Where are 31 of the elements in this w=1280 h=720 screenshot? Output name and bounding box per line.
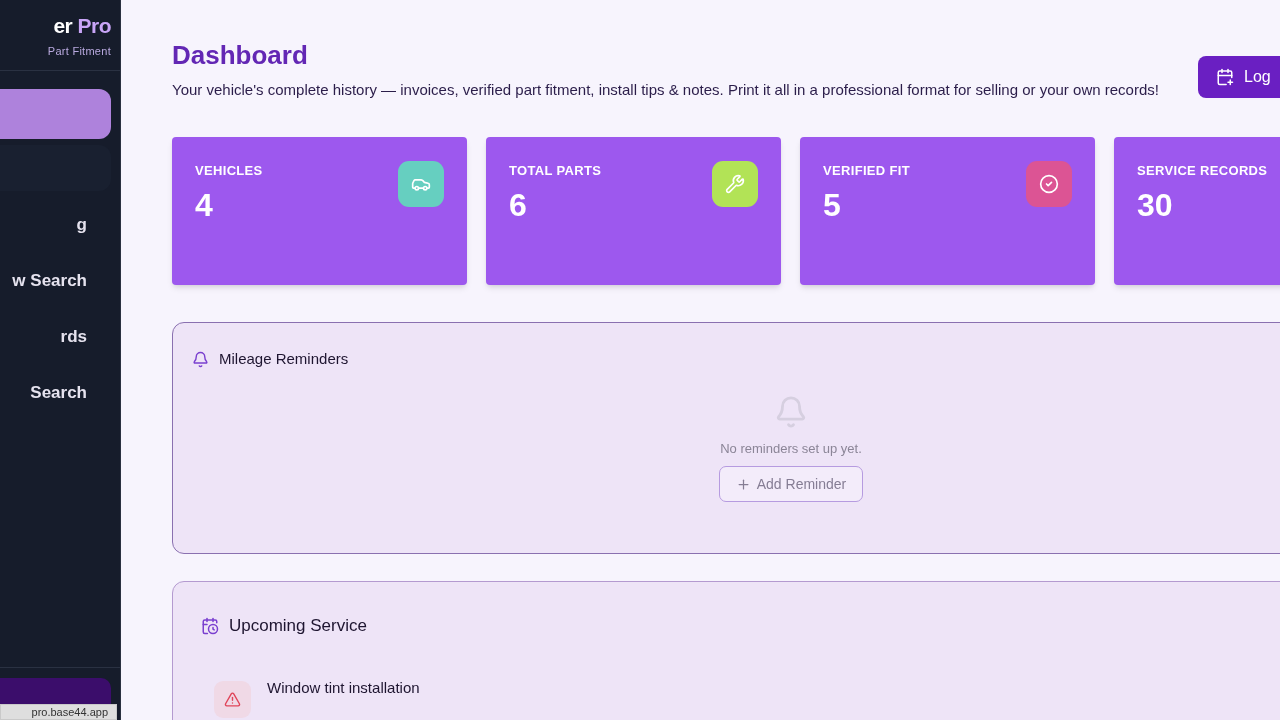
panel-title: Upcoming Service <box>229 615 367 637</box>
brand-title: er Pro <box>53 13 111 39</box>
add-reminder-button[interactable]: Add Reminder <box>718 466 864 502</box>
log-button[interactable]: Log <box>1198 56 1280 98</box>
stat-value: 5 <box>823 185 842 225</box>
link-tooltip: pro.base44.app <box>0 704 117 720</box>
sidebar-item[interactable]: g <box>0 203 111 247</box>
stat-label: TOTAL PARTS <box>509 162 602 180</box>
sidebar-item[interactable]: w Search <box>0 259 111 303</box>
stat-value: 4 <box>195 185 214 225</box>
stat-label: VERIFIED FIT <box>823 162 910 180</box>
stat-label: SERVICE RECORDS <box>1137 162 1268 180</box>
page-title: Dashboard <box>172 39 309 72</box>
service-name: Window tint installation <box>267 677 420 698</box>
calendar-plus-icon <box>1216 68 1234 86</box>
wrench-icon <box>725 174 745 194</box>
brand-tagline: Part Fitment <box>47 43 111 59</box>
stat-value: 30 <box>1137 185 1174 225</box>
empty-message: No reminders set up yet. <box>720 439 862 458</box>
stat-label: VEHICLES <box>195 162 263 180</box>
panel-title: Mileage Reminders <box>219 349 349 369</box>
bell-icon <box>192 350 209 368</box>
page-description: Your vehicle's complete history — invoices, verified part fitment, install tips & notes. Print it all in a professional format for selling or your own records! <box>172 80 1160 100</box>
stat-value: 6 <box>509 185 528 225</box>
check-circle-icon <box>1039 174 1059 194</box>
sidebar-item[interactable]: rds <box>0 315 111 359</box>
calendar-clock-icon <box>201 616 219 635</box>
plus-icon <box>735 476 751 492</box>
sidebar-item[interactable]: Search <box>0 371 111 415</box>
bell-icon <box>774 394 808 429</box>
warning-icon <box>224 690 241 708</box>
